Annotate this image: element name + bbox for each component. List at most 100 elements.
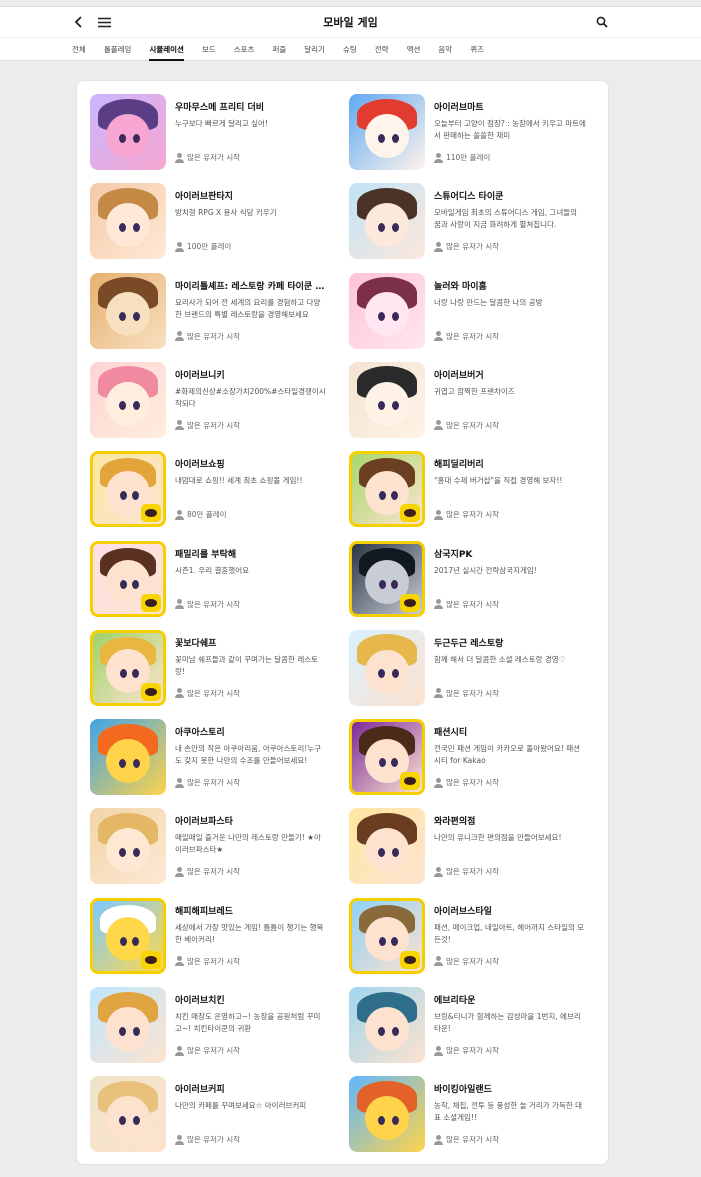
game-item[interactable]: 삼국지PK 2017년 실시간 전략삼국지게임! 많은 유저가 시작 bbox=[336, 529, 586, 617]
icon-eye bbox=[118, 847, 126, 857]
back-button[interactable] bbox=[71, 14, 87, 30]
game-title: 패밀리를 부탁해 bbox=[175, 549, 237, 560]
icon-eye bbox=[377, 133, 385, 143]
speech-bubble-icon bbox=[145, 955, 157, 964]
game-icon bbox=[90, 897, 166, 974]
game-info: 에브리타운 브링&티니가 함께하는 감성마을 1번지, 에브리타운! bbox=[434, 993, 586, 1035]
game-play-count: 110만 플레이 bbox=[434, 152, 490, 163]
icon-eye bbox=[391, 1115, 399, 1125]
icon-face-shape bbox=[106, 1006, 150, 1051]
game-play-count: 많은 유저가 시작 bbox=[175, 688, 240, 699]
game-item[interactable]: 마이리틀셰프: 레스토랑 카페 타이쿤 경영 요리사가 되어 전 세계의 요리를 … bbox=[77, 261, 327, 349]
game-description: 내 손안의 작은 아쿠아리움, 아쿠아스토리!누구도 갖지 못한 나만의 수조를… bbox=[175, 744, 322, 766]
icon-eye bbox=[132, 490, 140, 500]
icon-eye bbox=[118, 312, 126, 322]
game-title: 와라편의점 bbox=[434, 817, 476, 828]
game-play-count: 많은 유저가 시작 bbox=[175, 1134, 240, 1145]
tab-5[interactable]: 퍼즐 bbox=[272, 38, 286, 61]
game-item[interactable]: 해피해피브레드 세상에서 가장 맛있는 게임! 틈틈이 챙기는 행복한 베이커리!… bbox=[77, 886, 327, 974]
icon-eye bbox=[132, 401, 140, 411]
person-icon bbox=[434, 509, 443, 520]
icon-eye bbox=[118, 133, 126, 143]
tab-2[interactable]: 시뮬레이션 bbox=[149, 38, 184, 61]
game-info: 해피딜리버리 "홍대 수제 버거샵"을 직접 경영해 보자!! bbox=[434, 457, 586, 487]
game-info: 마이리틀셰프: 레스토랑 카페 타이쿤 경영 요리사가 되어 전 세계의 요리를 … bbox=[175, 279, 327, 321]
tab-0[interactable]: 전체 bbox=[72, 38, 86, 61]
game-icon bbox=[349, 808, 425, 885]
tab-11[interactable]: 퀴즈 bbox=[470, 38, 484, 61]
icon-eye bbox=[132, 758, 140, 768]
play-count-label: 많은 유저가 시작 bbox=[446, 778, 500, 788]
game-item[interactable]: 아이러브스타일 패션, 메이크업, 네일아트, 헤어까지 스타일의 모든것! 많은 … bbox=[336, 886, 586, 974]
menu-button[interactable] bbox=[96, 14, 112, 30]
play-count-label: 많은 유저가 시작 bbox=[187, 331, 241, 341]
game-info: 아이러브커피 나만의 카페를 꾸며보세요☆ 아이러브커피 bbox=[175, 1082, 327, 1112]
game-description: 시즌1. 우리 결혼했어요 bbox=[175, 565, 250, 575]
play-count-label: 많은 유저가 시작 bbox=[446, 956, 500, 966]
game-item[interactable]: 패션시티 전국민 패션 게임이 카카오로 돌아왔어요! 패션시티 for Kaka… bbox=[336, 707, 586, 796]
tab-9[interactable]: 액션 bbox=[407, 38, 421, 61]
game-item[interactable]: 에브리타운 브링&티니가 함께하는 감성마을 1번지, 에브리타운! 많은 유저가 … bbox=[336, 975, 586, 1063]
tab-10[interactable]: 음악 bbox=[438, 38, 452, 61]
game-item[interactable]: 아이러브버거 귀엽고 깜찍한 프랜차이즈 많은 유저가 시작 bbox=[336, 350, 586, 438]
game-item[interactable]: 해피딜리버리 "홍대 수제 버거샵"을 직접 경영해 보자!! 많은 유저가 시작 bbox=[336, 439, 586, 528]
game-play-count: 많은 유저가 시작 bbox=[175, 1045, 240, 1056]
game-icon bbox=[349, 540, 425, 617]
game-item[interactable]: 아이러브판타지 방치형 RPG X 용사 식당 키우기 100만 플레이 bbox=[77, 171, 327, 260]
search-button[interactable] bbox=[594, 14, 610, 30]
game-info: 놀러와 마이홈 너랑 나랑 만드는 달콤한 나의 공방 bbox=[434, 279, 586, 309]
icon-face-shape bbox=[365, 113, 409, 158]
game-grid: 우마무스메 프리티 더비 누구보다 빠르게 달리고 싶어! 많은 유저가 시작 아이러… bbox=[77, 81, 608, 1164]
game-title: 꽃보다쉐프 bbox=[175, 638, 217, 649]
game-item[interactable]: 아쿠아스토리 내 손안의 작은 아쿠아리움, 아쿠아스토리!누구도 갖지 못한 나… bbox=[77, 707, 327, 796]
game-item[interactable]: 아이러브파스타 매일매일 즐거운 나만의 레스토랑 만들기! ★아이러브파스타★ 많… bbox=[77, 796, 327, 885]
game-description: 너랑 나랑 만드는 달콤한 나의 공방 bbox=[434, 297, 543, 307]
game-item[interactable]: 우마무스메 프리티 더비 누구보다 빠르게 달리고 싶어! 많은 유저가 시작 bbox=[77, 82, 327, 170]
game-item[interactable]: 아이러브마트 오늘부터 고양이 점장? : 농장에서 키우고 마트에서 판매하는 … bbox=[336, 82, 586, 170]
tab-6[interactable]: 달리기 bbox=[304, 38, 325, 61]
game-icon bbox=[90, 361, 166, 438]
game-item[interactable]: 놀러와 마이홈 너랑 나랑 만드는 달콤한 나의 공방 많은 유저가 시작 bbox=[336, 261, 586, 349]
game-item[interactable]: 아이러브쇼핑 내맘대로 쇼핑!! 세계 최초 쇼핑몰 게임!! 80만 플레이 bbox=[77, 439, 327, 528]
game-info: 두근두근 레스토랑 함께 해서 더 달콤한 소셜 레스토랑 경영♡ bbox=[434, 636, 586, 666]
game-item[interactable]: 아이러브니키 #화제의신상#소장가치200%#스타일경쟁이시작되다 많은 유저가 시… bbox=[77, 350, 327, 438]
play-count-label: 80만 플레이 bbox=[187, 510, 227, 520]
game-info: 바이킹아일랜드 농작, 채집, 전투 등 풍성한 놀 거리가 가득한 대표 소셜게… bbox=[434, 1082, 586, 1124]
game-title: 마이리틀셰프: 레스토랑 카페 타이쿤 경영 bbox=[175, 281, 327, 292]
icon-face-shape bbox=[365, 1006, 409, 1051]
game-item[interactable]: 아이러브치킨 치킨 매장도 운영하고~! 농장을 공원처럼 꾸미고~! 치킨타이쿤… bbox=[77, 975, 327, 1063]
game-icon bbox=[349, 629, 425, 706]
kakaotalk-badge-icon bbox=[141, 593, 161, 612]
play-count-label: 많은 유저가 시작 bbox=[187, 867, 241, 877]
game-item[interactable]: 패밀리를 부탁해 시즌1. 우리 결혼했어요 많은 유저가 시작 bbox=[77, 529, 327, 617]
game-play-count: 많은 유저가 시작 bbox=[434, 777, 499, 788]
person-icon bbox=[434, 956, 443, 967]
tab-1[interactable]: 롤플레잉 bbox=[104, 38, 132, 61]
game-item[interactable]: 스튜어디스 타이쿤 모바일게임 최초의 스튜어디스 게임, 그녀들의 꿈과 사랑이… bbox=[336, 171, 586, 260]
game-info: 아쿠아스토리 내 손안의 작은 아쿠아리움, 아쿠아스토리!누구도 갖지 못한 나… bbox=[175, 725, 327, 767]
play-count-label: 많은 유저가 시작 bbox=[446, 599, 500, 609]
game-title: 아이러브니키 bbox=[175, 370, 225, 381]
game-item[interactable]: 꽃보다쉐프 꽃미남 쉐프들과 같이 꾸며가는 달콤한 레스토랑! 많은 유저가 시작 bbox=[77, 618, 327, 706]
category-tabs: 전체 롤플레잉 시뮬레이션 보드 스포츠 퍼즐 달리기 슈팅 전략 액션 음악 퀴즈 bbox=[0, 37, 701, 61]
tab-7[interactable]: 슈팅 bbox=[343, 38, 357, 61]
game-icon bbox=[349, 361, 425, 438]
icon-eye bbox=[132, 847, 140, 857]
game-item[interactable]: 바이킹아일랜드 농작, 채집, 전투 등 풍성한 놀 거리가 가득한 대표 소셜게… bbox=[336, 1064, 586, 1153]
tab-8[interactable]: 전략 bbox=[375, 38, 389, 61]
icon-eye bbox=[391, 312, 399, 322]
person-icon bbox=[175, 241, 184, 252]
game-item[interactable]: 두근두근 레스토랑 함께 해서 더 달콤한 소셜 레스토랑 경영♡ 많은 유저가 시… bbox=[336, 618, 586, 706]
speech-bubble-icon bbox=[404, 777, 416, 786]
game-title: 해피딜리버리 bbox=[434, 460, 484, 471]
game-item[interactable]: 와라편의점 나만의 유니크한 편의점을 만들어보세요! 많은 유저가 시작 bbox=[336, 796, 586, 885]
person-icon bbox=[175, 509, 184, 520]
game-item[interactable]: 아이러브커피 나만의 카페를 꾸며보세요☆ 아이러브커피많은 유저가 시작 bbox=[77, 1064, 327, 1153]
game-icon bbox=[90, 629, 166, 706]
tab-3[interactable]: 보드 bbox=[202, 38, 216, 61]
game-description: 내맘대로 쇼핑!! 세계 최초 쇼핑몰 게임!! bbox=[175, 476, 303, 486]
speech-bubble-icon bbox=[145, 687, 157, 696]
game-play-count: 많은 유저가 시작 bbox=[434, 866, 499, 877]
tab-4[interactable]: 스포츠 bbox=[234, 38, 255, 61]
game-info: 아이러브파스타 매일매일 즐거운 나만의 레스토랑 만들기! ★아이러브파스타★ bbox=[175, 814, 327, 856]
